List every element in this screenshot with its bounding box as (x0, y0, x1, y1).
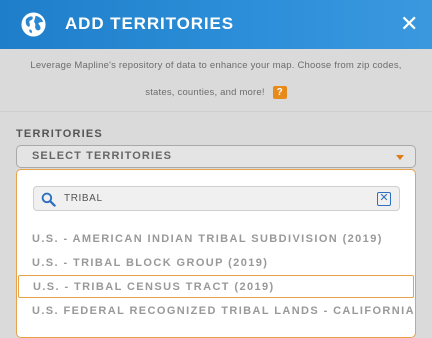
territories-dropdown: TRIBAL ✕ U.S. - AMERICAN INDIAN TRIBAL S… (16, 169, 416, 338)
chevron-down-icon[interactable] (396, 155, 404, 160)
description-line-2: states, counties, and more! (145, 87, 265, 98)
description-line-1: Leverage Mapline's repository of data to… (30, 60, 402, 71)
option-federal-recognized-tribal-lands-california[interactable]: U.S. FEDERAL RECOGNIZED TRIBAL LANDS - C… (17, 299, 415, 322)
search-value[interactable]: TRIBAL (64, 193, 103, 204)
option-american-indian-tribal-subdivision[interactable]: U.S. - AMERICAN INDIAN TRIBAL SUBDIVISIO… (17, 227, 415, 250)
divider (0, 111, 432, 112)
close-icon[interactable]: ✕ (400, 13, 418, 35)
dialog-title: ADD TERRITORIES (65, 14, 235, 33)
search-input[interactable]: TRIBAL ✕ (33, 186, 400, 211)
select-territories-label: SELECT TERRITORIES (32, 150, 172, 162)
dialog-header: ADD TERRITORIES ✕ (0, 0, 432, 49)
clear-search-icon[interactable]: ✕ (377, 192, 391, 206)
description-line-2-row: states, counties, and more! ? (10, 86, 422, 99)
help-icon[interactable]: ? (272, 86, 287, 99)
globe-icon (21, 12, 46, 37)
search-icon (41, 192, 56, 207)
territories-select[interactable]: SELECT TERRITORIES (16, 145, 416, 168)
option-tribal-block-group[interactable]: U.S. - TRIBAL BLOCK GROUP (2019) (17, 251, 415, 274)
option-tribal-census-tract[interactable]: U.S. - TRIBAL CENSUS TRACT (2019) (18, 275, 414, 298)
territories-label: TERRITORIES (16, 128, 103, 140)
